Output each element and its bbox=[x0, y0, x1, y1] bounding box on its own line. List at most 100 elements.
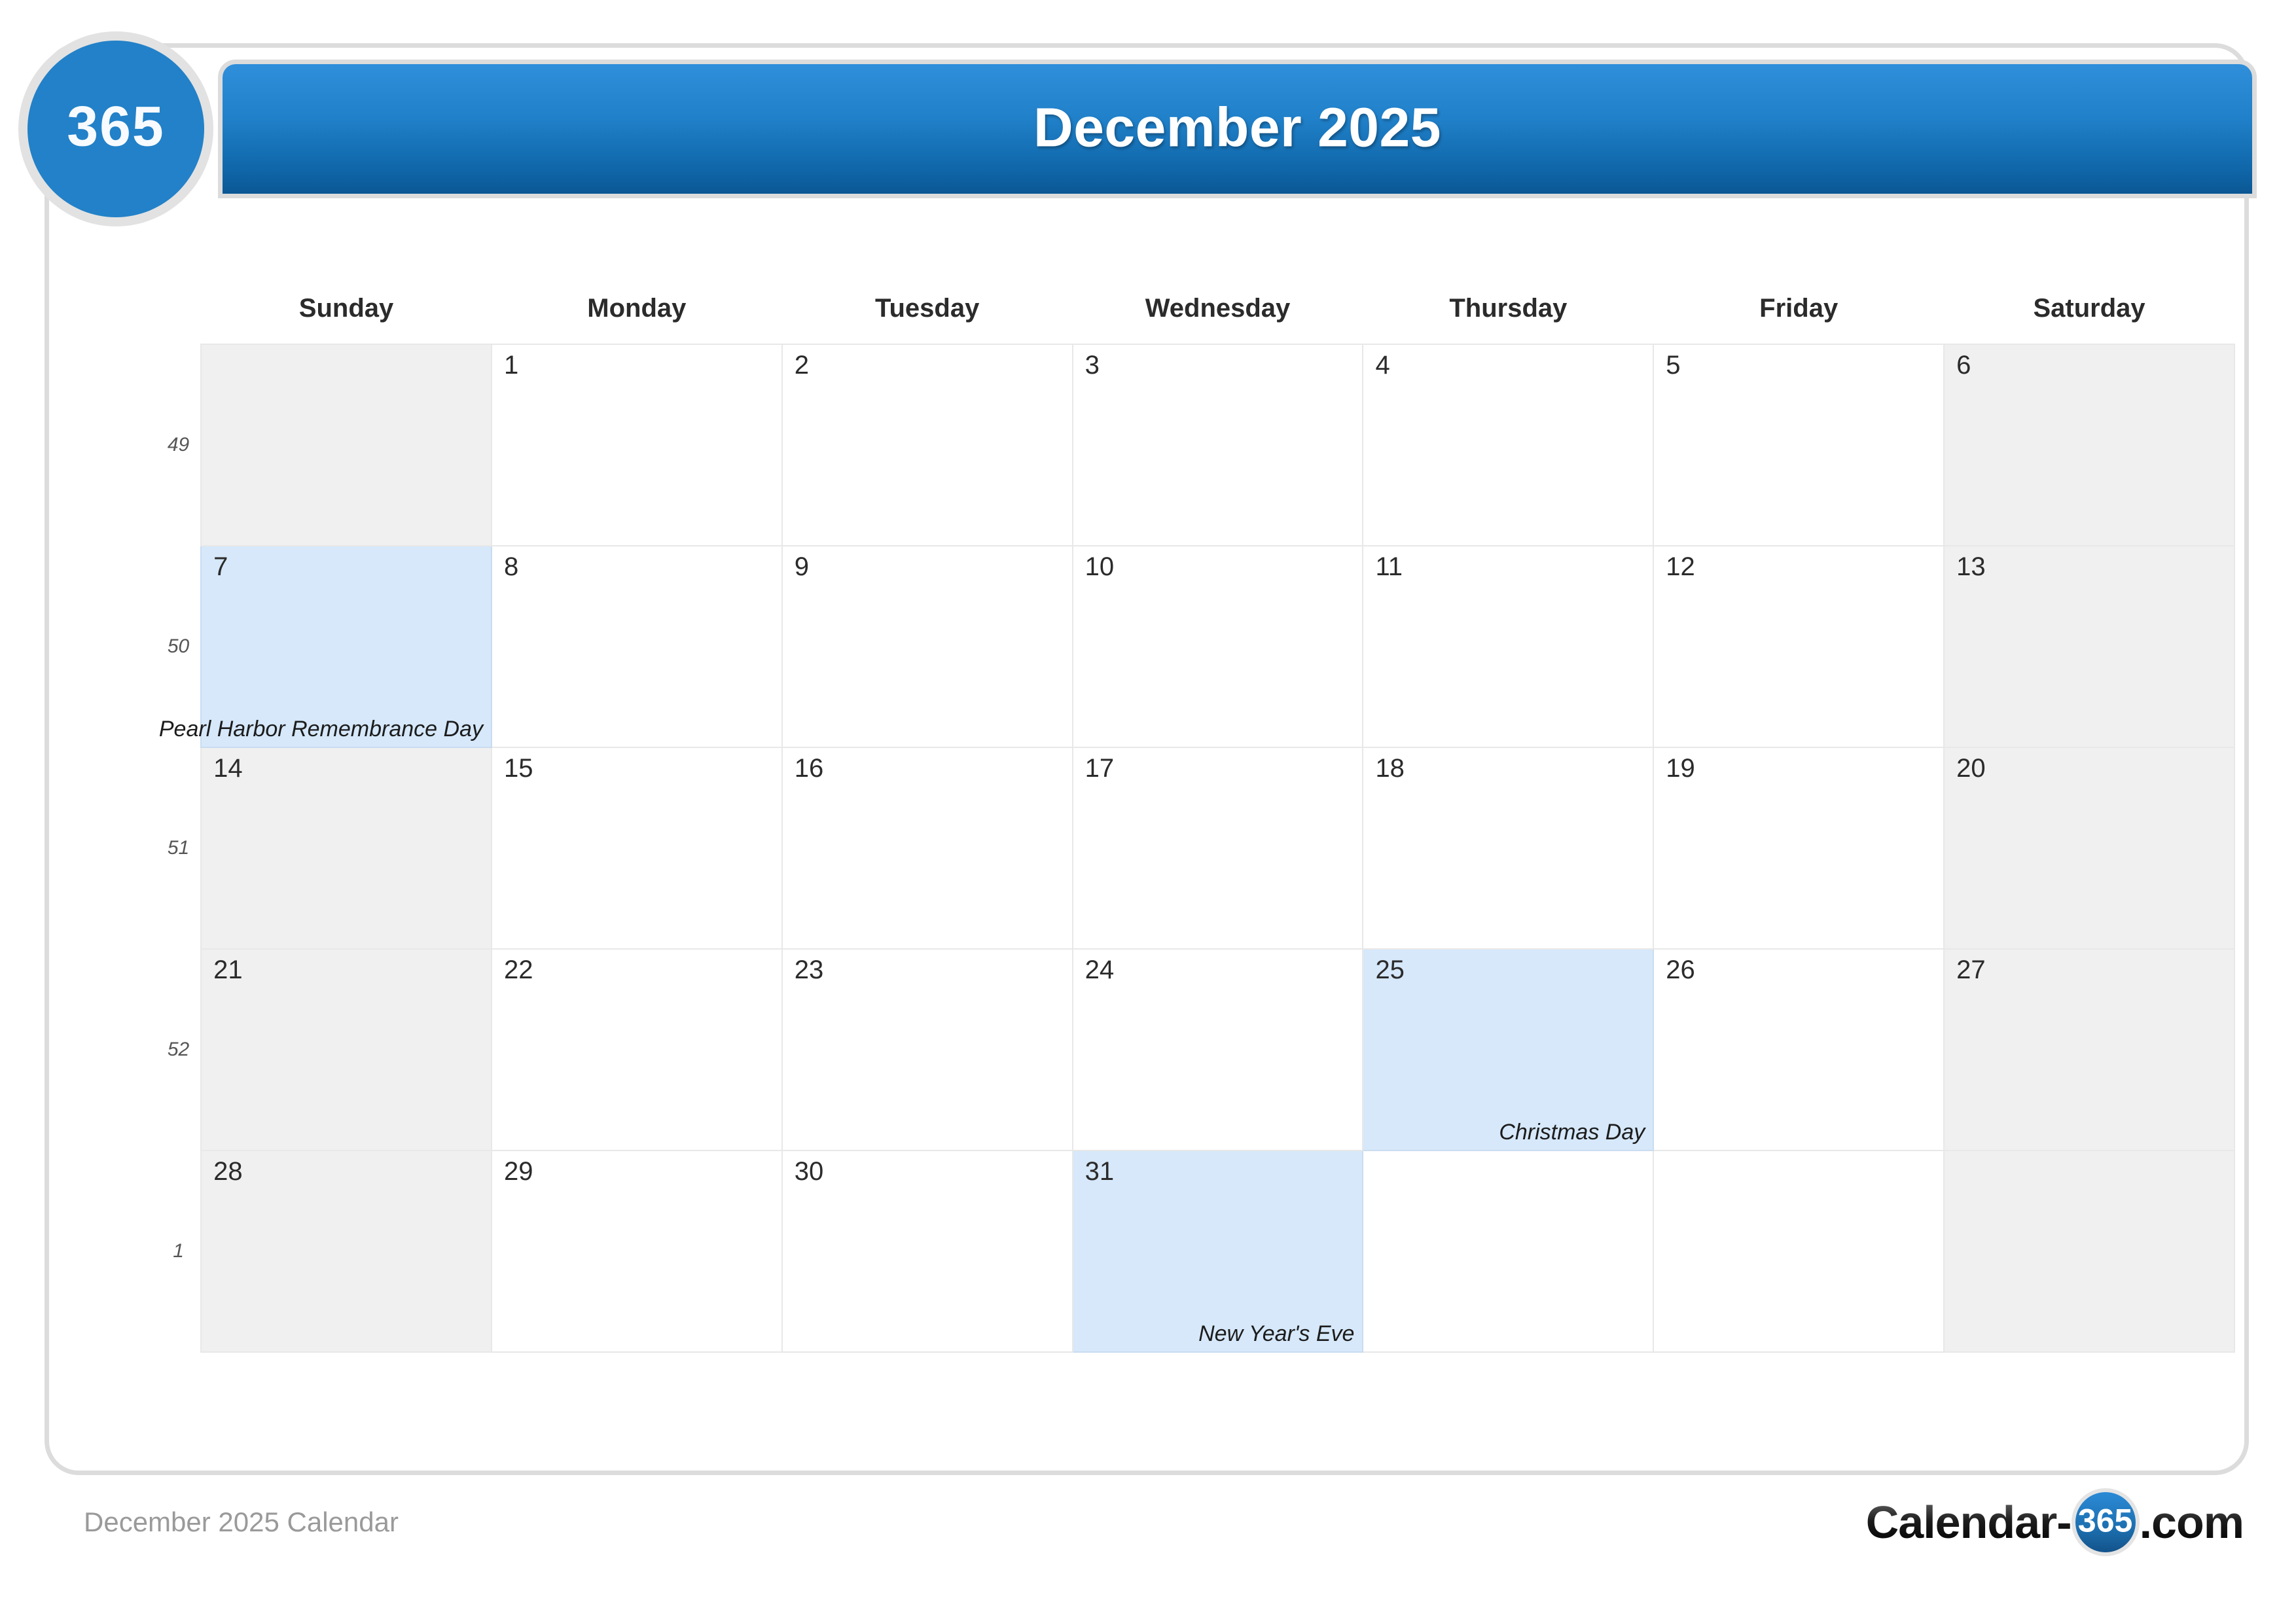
day-cell-12[interactable]: 12 bbox=[1653, 545, 1945, 748]
day-cell-15[interactable]: 15 bbox=[490, 747, 783, 950]
week-number-cell: 49 bbox=[156, 344, 202, 546]
day-number: 27 bbox=[1956, 955, 1986, 984]
holiday-label: New Year's Eve bbox=[1198, 1321, 1355, 1346]
weekday-header-wednesday: Wednesday bbox=[1145, 293, 1291, 323]
week-number-cell: 52 bbox=[156, 949, 202, 1150]
calendar-head: Sunday Monday Tuesday Wednesday Thursday… bbox=[156, 283, 2234, 344]
day-number: 23 bbox=[794, 955, 824, 984]
site-logo[interactable]: Calendar- 365 .com bbox=[1866, 1491, 2244, 1554]
day-cell-17[interactable]: 17 bbox=[1071, 747, 1364, 950]
day-number: 25 bbox=[1375, 955, 1405, 984]
day-number: 13 bbox=[1956, 552, 1986, 581]
weekday-header-row: Sunday Monday Tuesday Wednesday Thursday… bbox=[156, 283, 2234, 344]
calendar-week-row: 50 7 Pearl Harbor Remembrance Day 8 9 10 11 12 1… bbox=[156, 545, 2235, 748]
brand-badge-label: 365 bbox=[67, 95, 165, 158]
day-number: 21 bbox=[213, 955, 243, 984]
footer-caption: December 2025 Calendar bbox=[84, 1507, 399, 1537]
weekday-header-saturday: Saturday bbox=[2033, 293, 2145, 323]
holiday-label: Christmas Day bbox=[1499, 1119, 1645, 1145]
weekday-header-thursday: Thursday bbox=[1449, 293, 1568, 323]
day-cell-empty bbox=[1362, 1150, 1655, 1353]
calendar-week-row: 52 21 22 23 24 25 Christmas Day 26 27 bbox=[156, 948, 2235, 1151]
day-cell-2[interactable]: 2 bbox=[781, 344, 1073, 546]
day-cell-3[interactable]: 3 bbox=[1071, 344, 1364, 546]
day-number: 7 bbox=[213, 552, 228, 581]
site-logo-circle-icon: 365 bbox=[2075, 1492, 2136, 1552]
day-number: 10 bbox=[1085, 552, 1115, 581]
month-title-bar: December 2025 bbox=[223, 64, 2252, 194]
day-cell-29[interactable]: 29 bbox=[490, 1150, 783, 1353]
day-number: 20 bbox=[1956, 754, 1986, 783]
day-cell-7[interactable]: 7 Pearl Harbor Remembrance Day bbox=[159, 545, 492, 748]
site-logo-prefix: Calendar- bbox=[1865, 1497, 2072, 1548]
day-cell-20[interactable]: 20 bbox=[1943, 747, 2235, 950]
day-cell-16[interactable]: 16 bbox=[781, 747, 1073, 950]
day-cell-27[interactable]: 27 bbox=[1943, 948, 2235, 1151]
page-title: December 2025 bbox=[1033, 96, 1441, 158]
day-number: 2 bbox=[794, 351, 810, 380]
day-number: 5 bbox=[1666, 351, 1681, 380]
site-logo-circle-label: 365 bbox=[2077, 1502, 2133, 1539]
day-number: 16 bbox=[794, 754, 824, 783]
day-cell-22[interactable]: 22 bbox=[490, 948, 783, 1151]
calendar-body: 49 1 2 3 4 5 6 50 7 Pearl Harbor Remembrance Day 8… bbox=[156, 344, 2235, 1353]
day-cell-4[interactable]: 4 bbox=[1362, 344, 1655, 546]
day-cell-25[interactable]: 25 Christmas Day bbox=[1362, 948, 1655, 1151]
day-cell-5[interactable]: 5 bbox=[1653, 344, 1945, 546]
day-number: 8 bbox=[503, 552, 519, 581]
day-number: 14 bbox=[213, 754, 243, 783]
day-number: 11 bbox=[1375, 552, 1403, 581]
week-number-cell: 1 bbox=[156, 1150, 202, 1352]
day-cell-11[interactable]: 11 bbox=[1362, 545, 1655, 748]
weekday-header-monday: Monday bbox=[587, 293, 687, 323]
day-number: 31 bbox=[1085, 1157, 1115, 1186]
day-cell-21[interactable]: 21 bbox=[200, 948, 492, 1151]
day-number: 4 bbox=[1375, 351, 1390, 380]
day-cell-31[interactable]: 31 New Year's Eve bbox=[1071, 1150, 1364, 1353]
day-cell-6[interactable]: 6 bbox=[1943, 344, 2235, 546]
day-number: 26 bbox=[1666, 955, 1695, 984]
calendar-card: 3 6 5 Sunday Monday Tuesday Wednesday Thu… bbox=[45, 43, 2249, 1475]
day-cell-empty bbox=[1943, 1150, 2235, 1353]
day-number: 6 bbox=[1956, 351, 1971, 380]
day-number: 12 bbox=[1666, 552, 1695, 581]
site-logo-suffix: .com bbox=[2139, 1497, 2244, 1548]
weekday-header-tuesday: Tuesday bbox=[875, 293, 980, 323]
day-cell-30[interactable]: 30 bbox=[781, 1150, 1073, 1353]
day-number: 24 bbox=[1085, 955, 1115, 984]
calendar-week-row: 49 1 2 3 4 5 6 bbox=[156, 344, 2235, 546]
weekday-header-friday: Friday bbox=[1759, 293, 1839, 323]
day-cell-26[interactable]: 26 bbox=[1653, 948, 1945, 1151]
day-cell-13[interactable]: 13 bbox=[1943, 545, 2235, 748]
week-number-header bbox=[156, 283, 201, 344]
day-number: 19 bbox=[1666, 754, 1695, 783]
calendar-week-row: 51 14 15 16 17 18 19 20 bbox=[156, 747, 2235, 950]
day-cell-8[interactable]: 8 bbox=[490, 545, 783, 748]
day-cell-14[interactable]: 14 bbox=[200, 747, 492, 950]
day-cell-9[interactable]: 9 bbox=[781, 545, 1073, 748]
day-cell-10[interactable]: 10 bbox=[1071, 545, 1364, 748]
day-number: 29 bbox=[503, 1157, 533, 1186]
day-cell-28[interactable]: 28 bbox=[200, 1150, 492, 1353]
day-cell-19[interactable]: 19 bbox=[1653, 747, 1945, 950]
day-number: 3 bbox=[1085, 351, 1100, 380]
day-cell-1[interactable]: 1 bbox=[490, 344, 783, 546]
week-number-cell: 51 bbox=[156, 747, 202, 949]
brand-badge-365-icon: 365 bbox=[27, 41, 204, 217]
day-cell-24[interactable]: 24 bbox=[1071, 948, 1364, 1151]
day-cell-23[interactable]: 23 bbox=[781, 948, 1073, 1151]
day-number: 9 bbox=[794, 552, 810, 581]
day-cell-empty bbox=[200, 344, 492, 546]
day-number: 28 bbox=[213, 1157, 243, 1186]
day-number: 18 bbox=[1375, 754, 1405, 783]
day-cell-empty bbox=[1653, 1150, 1945, 1353]
day-number: 22 bbox=[503, 955, 533, 984]
day-number: 30 bbox=[794, 1157, 824, 1186]
day-number: 15 bbox=[503, 754, 533, 783]
day-cell-18[interactable]: 18 bbox=[1362, 747, 1655, 950]
weekday-header-sunday: Sunday bbox=[298, 293, 394, 323]
holiday-label: Pearl Harbor Remembrance Day bbox=[158, 716, 483, 741]
calendar-table: Sunday Monday Tuesday Wednesday Thursday… bbox=[156, 283, 2235, 1353]
day-number: 1 bbox=[503, 351, 519, 380]
calendar-week-row: 1 28 29 30 31 New Year's Eve bbox=[156, 1150, 2235, 1353]
